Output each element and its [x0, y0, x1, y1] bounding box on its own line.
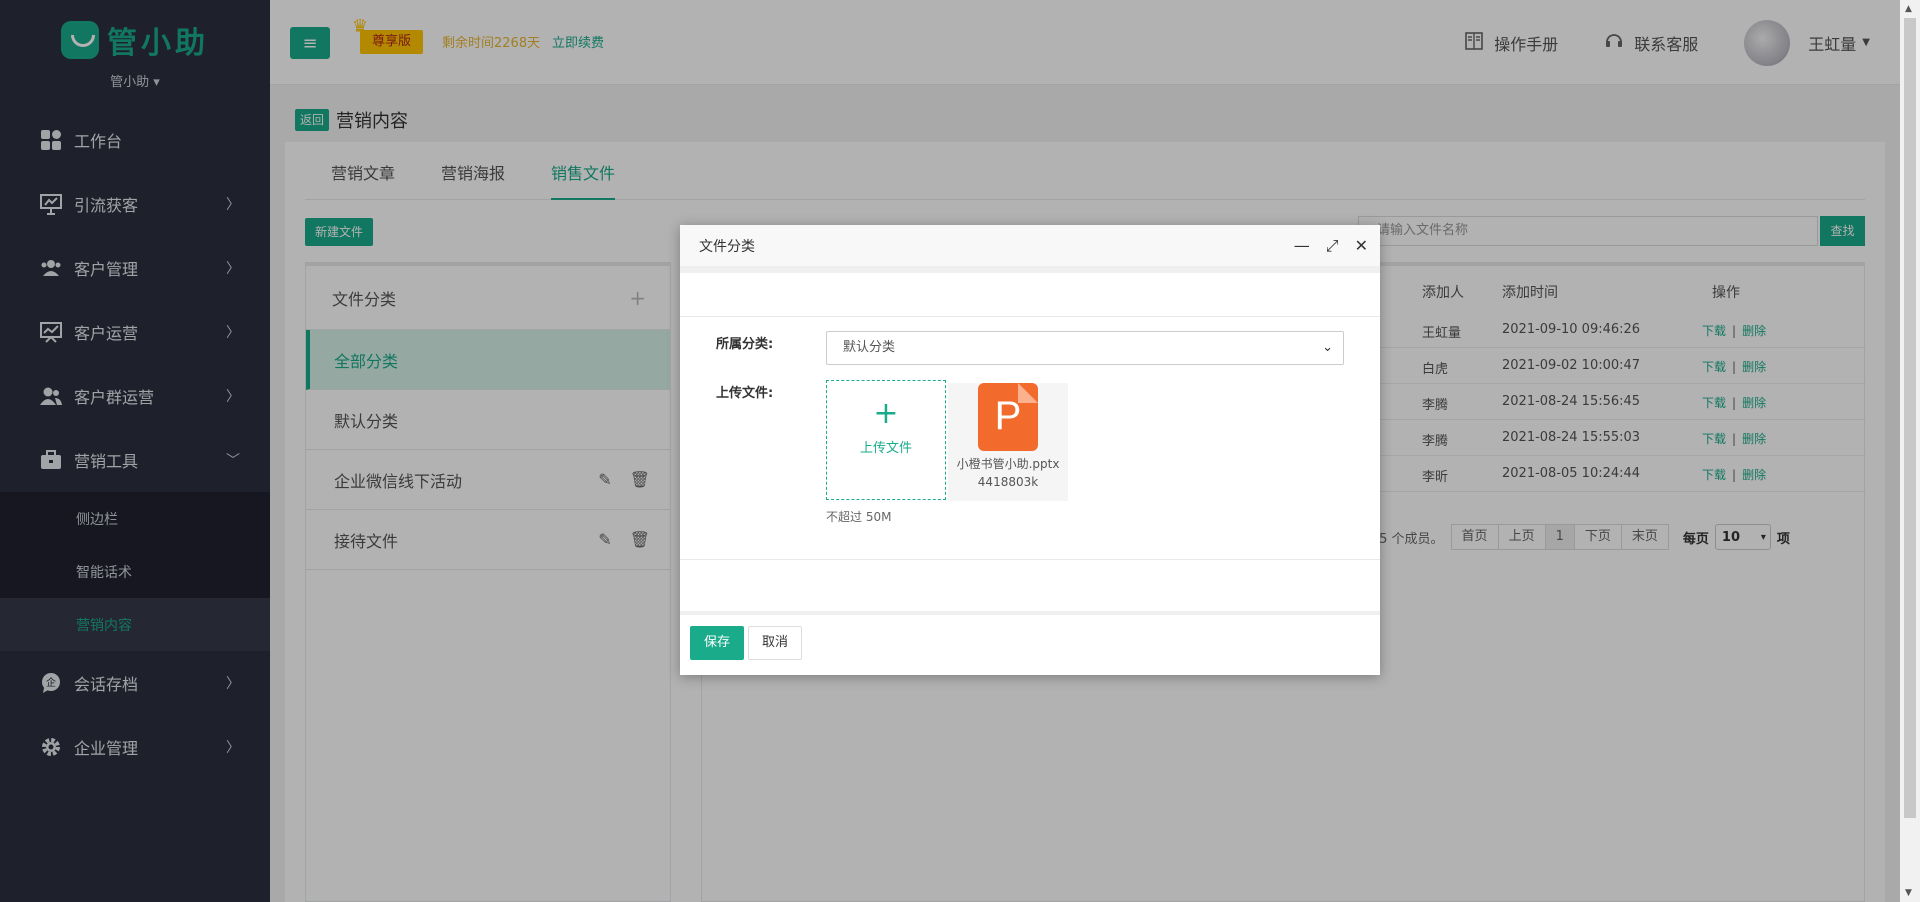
minimize-icon[interactable]: — [1294, 236, 1310, 256]
close-icon[interactable]: ✕ [1355, 236, 1368, 256]
chevron-down-icon: ⌄ [1322, 340, 1333, 355]
dialog-title: 文件分类 [699, 238, 755, 255]
file-category-dialog: 文件分类 — ⤢ ✕ 所属分类: 默认分类 ⌄ 上传文件: + 上传文件 P 小… [680, 225, 1380, 675]
save-button[interactable]: 保存 [690, 626, 744, 660]
upload-file-button[interactable]: + 上传文件 [826, 380, 946, 500]
file-size: 4418803k [977, 475, 1039, 489]
uploaded-file-card[interactable]: P 小橙书管小助.pptx 4418803k [948, 383, 1068, 501]
scroll-down-icon[interactable]: ▼ [1905, 888, 1912, 898]
plus-icon: + [873, 396, 899, 431]
category-select[interactable]: 默认分类 ⌄ [826, 331, 1344, 365]
maximize-icon[interactable]: ⤢ [1326, 236, 1339, 256]
scroll-thumb[interactable] [1904, 18, 1916, 818]
scroll-up-icon[interactable]: ▲ [1905, 4, 1912, 14]
file-name: 小橙书管小助.pptx [956, 457, 1060, 471]
category-field-label: 所属分类: [716, 337, 774, 352]
pptx-file-icon: P [978, 383, 1038, 451]
page-scrollbar[interactable]: ▲ ▼ [1900, 0, 1920, 902]
upload-field-label: 上传文件: [716, 386, 774, 401]
size-limit-hint: 不超过 50M [826, 510, 892, 524]
cancel-button[interactable]: 取消 [748, 626, 802, 660]
